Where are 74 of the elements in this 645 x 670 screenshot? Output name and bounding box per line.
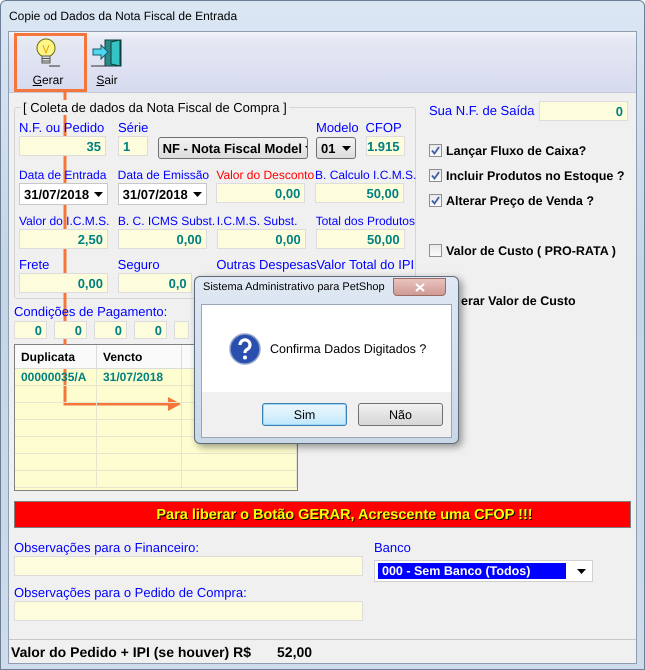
input-field[interactable]: 35 bbox=[19, 136, 106, 156]
caret-icon bbox=[342, 146, 351, 150]
field-label: CFOP bbox=[366, 121, 403, 136]
input-field[interactable]: 0,00 bbox=[216, 183, 306, 203]
caret-icon bbox=[577, 568, 586, 574]
close-icon bbox=[414, 282, 424, 292]
input-field[interactable]: 0,0 bbox=[118, 273, 192, 293]
input-field[interactable]: 2,50 bbox=[19, 229, 108, 249]
field-label: Valor do Desconto bbox=[216, 168, 316, 183]
input-field[interactable]: 0 bbox=[54, 321, 87, 339]
input-field[interactable]: 0 bbox=[94, 321, 127, 339]
input-field[interactable]: 50,00 bbox=[315, 183, 404, 203]
field-label: Data de Emissão bbox=[118, 168, 210, 183]
table-cell: 31/07/2018 bbox=[97, 369, 182, 386]
field-label: Série bbox=[118, 121, 150, 136]
total-label: Valor do Pedido + IPI (se houver) R$ bbox=[11, 644, 252, 660]
field-label: Banco bbox=[374, 541, 412, 556]
column-header[interactable]: Duplicata bbox=[15, 345, 97, 369]
dropdown[interactable]: NF - Nota Fiscal Model bbox=[158, 137, 308, 159]
group-title: [ Coleta de dados da Nota Fiscal de Compra ] bbox=[21, 100, 289, 115]
dialog-button[interactable]: Sim bbox=[262, 403, 347, 426]
input-field[interactable] bbox=[14, 601, 363, 621]
checkbox[interactable] bbox=[429, 144, 442, 157]
field-label: Seguro bbox=[118, 258, 161, 273]
field-label: I.C.M.S. Subst. bbox=[216, 214, 298, 229]
input-field[interactable]: 0 bbox=[14, 321, 47, 339]
checkbox[interactable] bbox=[429, 194, 442, 207]
checkbox-label[interactable]: Valor de Custo ( PRO-RATA ) bbox=[446, 244, 616, 258]
field-label: Sua N.F. de Saída bbox=[429, 104, 535, 118]
checkbox[interactable] bbox=[429, 244, 442, 257]
dialog-message: Confirma Dados Digitados ? bbox=[270, 342, 426, 356]
column-header[interactable]: Vencto bbox=[97, 345, 182, 369]
input-field[interactable] bbox=[14, 556, 363, 576]
field-label: Outras Despesas bbox=[216, 258, 316, 273]
field-label: Observações para o Financeiro: bbox=[14, 541, 200, 556]
warning-banner: Para liberar o Botão GERAR, Acrescente uma CFOP !!! bbox=[14, 501, 631, 528]
input-field[interactable]: 1.915 bbox=[366, 136, 404, 156]
checkbox-label[interactable]: erar Valor de Custo bbox=[461, 294, 576, 308]
input-field[interactable]: 50,00 bbox=[316, 229, 405, 249]
date-picker[interactable]: 31/07/2018 bbox=[118, 183, 207, 205]
input-field[interactable]: 0,00 bbox=[19, 273, 108, 293]
field-label: Modelo bbox=[316, 121, 360, 136]
field-label: Total dos Produtos bbox=[316, 214, 415, 229]
input-field[interactable]: 0,00 bbox=[216, 229, 306, 249]
checkbox-label[interactable]: Lançar Fluxo de Caixa? bbox=[446, 144, 586, 158]
field-label: Observações para o Pedido de Compra: bbox=[14, 586, 248, 601]
question-icon bbox=[229, 332, 261, 364]
checkbox-label[interactable]: Incluir Produtos no Estoque ? bbox=[446, 168, 624, 182]
input-field[interactable]: 0,00 bbox=[118, 229, 207, 249]
total-value: 52,00 bbox=[277, 644, 312, 660]
dialog-button[interactable]: Não bbox=[358, 403, 443, 426]
date-picker[interactable]: 31/07/2018 bbox=[19, 183, 108, 205]
dropdown[interactable]: 000 - Sem Banco (Todos) bbox=[374, 560, 593, 582]
field-label: B. C. ICMS Subst. bbox=[118, 214, 216, 229]
toolbar-button[interactable]: Gerar bbox=[15, 32, 81, 92]
exit-door-icon bbox=[91, 37, 123, 69]
input-field[interactable]: 1 bbox=[118, 136, 148, 156]
input-field[interactable]: 0 bbox=[134, 321, 167, 339]
checkbox-label[interactable]: Alterar Preço de Venda ? bbox=[446, 194, 594, 208]
field-label: Valor Total do IPI bbox=[316, 258, 416, 273]
field-label: B. Calculo I.C.M.S. bbox=[315, 168, 416, 183]
caret-icon bbox=[94, 192, 103, 196]
dropdown[interactable]: 01 bbox=[316, 137, 356, 159]
lightbulb-icon bbox=[35, 37, 61, 69]
checkbox[interactable] bbox=[429, 169, 442, 182]
field-label: Valor do I.C.M.S. bbox=[19, 214, 110, 229]
window-title: Copie od Dados da Nota Fiscal de Entrada bbox=[9, 9, 238, 23]
field-label: Frete bbox=[19, 258, 50, 273]
caret-icon bbox=[192, 192, 202, 196]
input-field[interactable]: 0 bbox=[539, 101, 628, 121]
toolbar-button[interactable]: Sair bbox=[85, 32, 129, 92]
close-button[interactable] bbox=[393, 278, 446, 296]
dialog-title: Sistema Administrativo para PetShop bbox=[203, 281, 385, 293]
input-field[interactable] bbox=[174, 321, 189, 339]
